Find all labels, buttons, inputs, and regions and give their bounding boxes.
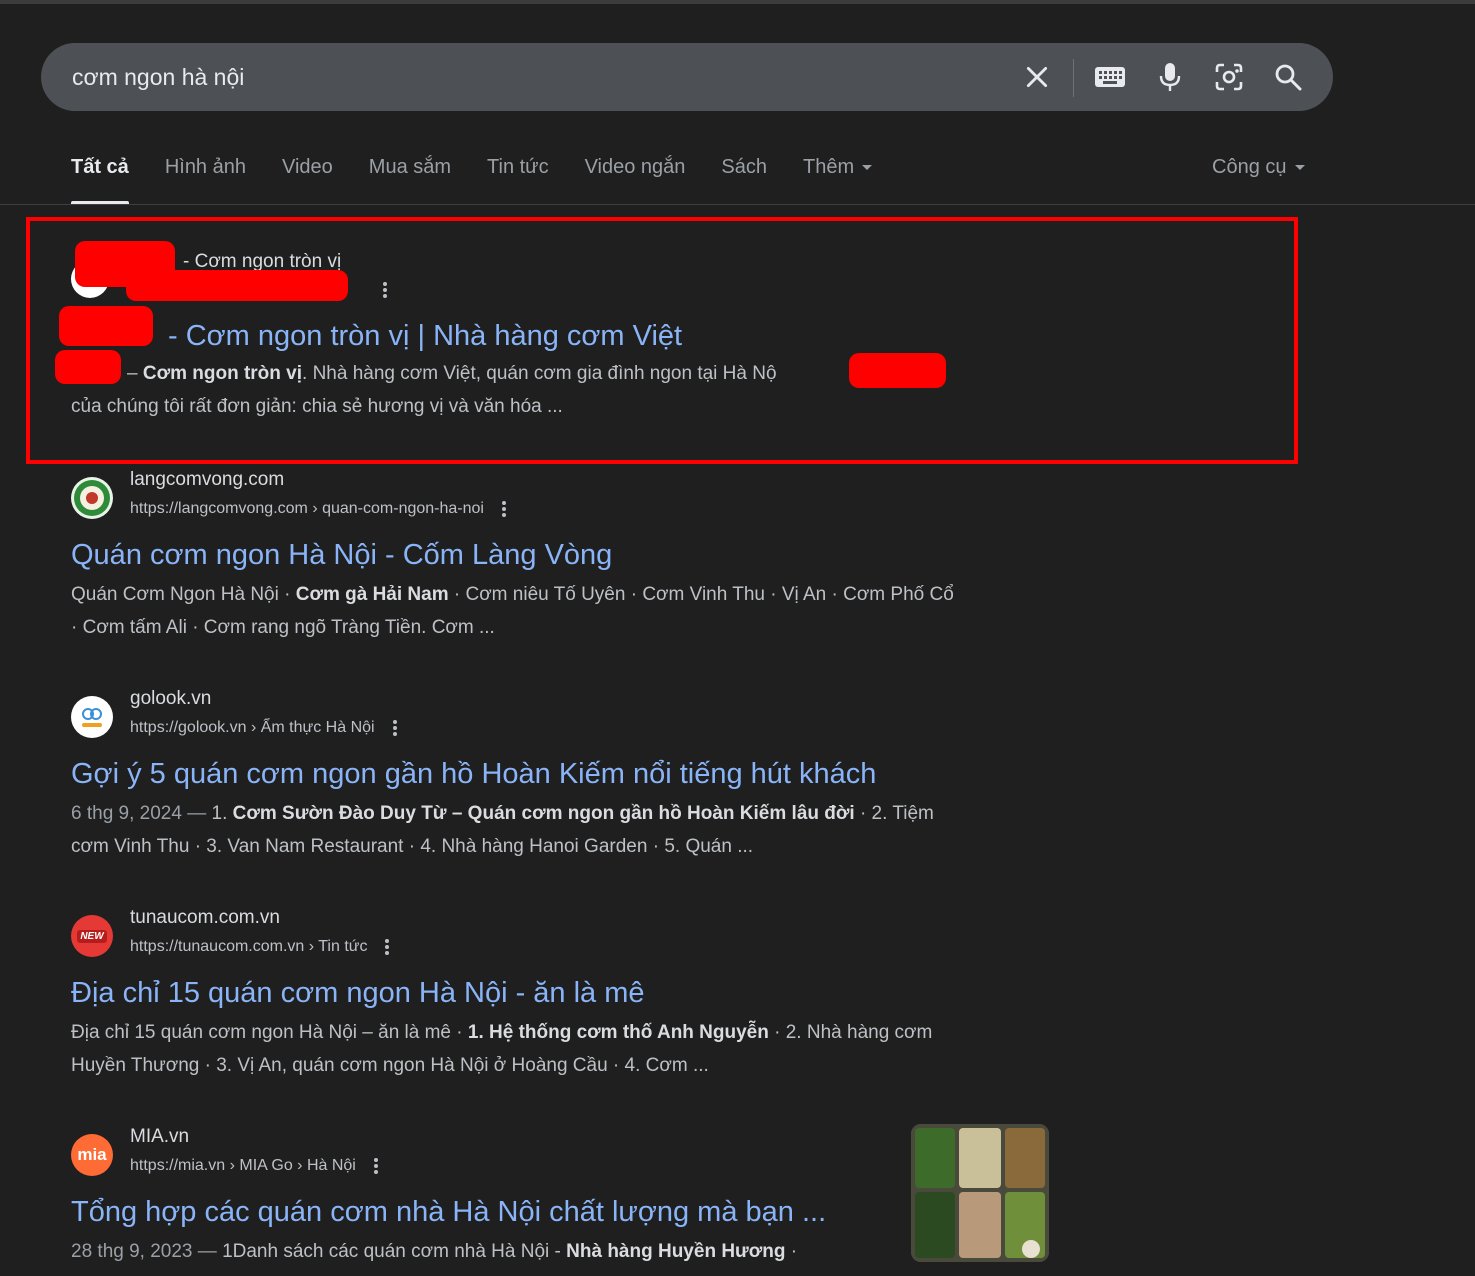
site-name[interactable]: langcomvong.com xyxy=(130,469,284,491)
highlight-box xyxy=(26,217,1298,464)
result-title-link[interactable]: Gợi ý 5 quán cơm ngon gần hồ Hoàn Kiếm n… xyxy=(71,758,1061,791)
site-favicon[interactable]: NEW xyxy=(71,915,113,957)
chevron-down-icon xyxy=(1294,165,1305,171)
more-options-icon[interactable] xyxy=(385,937,390,957)
mia-logo-text: mia xyxy=(77,1145,107,1164)
site-url[interactable]: https://langcomvong.com › quan-com-ngon-… xyxy=(130,499,506,519)
tools-button[interactable]: Công cụ xyxy=(1212,156,1305,179)
result-title-link[interactable]: Địa chỉ 15 quán cơm ngon Hà Nội - ăn là … xyxy=(71,977,1061,1010)
result-title-link[interactable]: Tổng hợp các quán cơm nhà Hà Nội chất lư… xyxy=(71,1196,901,1229)
tab-books[interactable]: Sách xyxy=(721,156,767,204)
lens-button[interactable] xyxy=(1212,60,1246,94)
lens-icon xyxy=(1215,63,1243,91)
keyboard-button[interactable] xyxy=(1093,60,1127,94)
site-url[interactable]: https://mia.vn › MIA Go › Hà Nội xyxy=(130,1156,378,1176)
keyboard-icon xyxy=(1095,67,1125,87)
tab-shopping[interactable]: Mua sắm xyxy=(369,156,451,204)
tab-short-videos[interactable]: Video ngắn xyxy=(585,156,686,204)
search-tabs: Tất cả Hình ảnh Video Mua sắm Tin tức Vi… xyxy=(71,156,908,204)
more-options-icon[interactable] xyxy=(501,499,506,519)
site-url[interactable]: https://tunaucom.com.vn › Tin tức xyxy=(130,937,390,957)
site-favicon[interactable] xyxy=(71,696,113,738)
result-snippet: Quán Cơm Ngon Hà Nội · Cơm gà Hải Nam · … xyxy=(71,584,954,638)
site-url[interactable]: https://golook.vn › Ẩm thực Hà Nội xyxy=(130,718,397,738)
food-tray-image xyxy=(911,1124,1049,1262)
search-result-5: mia MIA.vn https://mia.vn › MIA Go › Hà … xyxy=(71,1126,901,1268)
tab-images[interactable]: Hình ảnh xyxy=(165,156,246,204)
clear-button[interactable] xyxy=(1020,60,1054,94)
site-name[interactable]: MIA.vn xyxy=(130,1126,189,1148)
search-result-2: langcomvong.com https://langcomvong.com … xyxy=(71,469,1061,644)
tabs-divider xyxy=(0,204,1475,205)
more-options-icon[interactable] xyxy=(373,1156,378,1176)
tab-all[interactable]: Tất cả xyxy=(71,156,129,204)
result-title-link[interactable]: Quán cơm ngon Hà Nội - Cốm Làng Vòng xyxy=(71,539,1061,572)
chevron-down-icon xyxy=(862,165,873,171)
site-name[interactable]: golook.vn xyxy=(130,688,211,710)
result-date: 6 thg 9, 2024 — xyxy=(71,803,212,824)
window-top-edge xyxy=(0,0,1475,4)
search-icon xyxy=(1275,64,1302,91)
site-favicon[interactable] xyxy=(71,477,113,519)
result-snippet: 6 thg 9, 2024 — 1. Cơm Sườn Đào Duy Từ –… xyxy=(71,803,934,857)
close-icon xyxy=(1026,66,1048,88)
tab-more[interactable]: Thêm xyxy=(803,156,873,204)
tab-more-label: Thêm xyxy=(803,156,855,178)
tab-video[interactable]: Video xyxy=(282,156,333,204)
tab-news[interactable]: Tin tức xyxy=(487,156,549,204)
search-divider xyxy=(1073,59,1074,97)
microphone-icon xyxy=(1159,63,1181,91)
site-name[interactable]: tunaucom.com.vn xyxy=(130,907,280,929)
result-snippet: Địa chỉ 15 quán cơm ngon Hà Nội – ăn là … xyxy=(71,1022,933,1076)
tools-label: Công cụ xyxy=(1212,156,1287,178)
result-snippet: 28 thg 9, 2023 — 1Danh sách các quán cơm… xyxy=(71,1241,798,1262)
search-result-3: golook.vn https://golook.vn › Ẩm thực Hà… xyxy=(71,688,1061,863)
golook-logo-icon xyxy=(73,698,111,736)
search-input[interactable] xyxy=(72,57,1002,97)
more-options-icon[interactable] xyxy=(392,718,397,738)
site-favicon[interactable]: mia xyxy=(71,1134,113,1176)
langcomvong-logo-icon xyxy=(74,480,110,516)
voice-search-button[interactable] xyxy=(1153,60,1187,94)
search-button[interactable] xyxy=(1271,60,1305,94)
result-date: 28 thg 9, 2023 — xyxy=(71,1241,223,1262)
search-bar xyxy=(41,43,1333,111)
tunaucom-logo-text: NEW xyxy=(77,929,107,943)
search-result-4: NEW tunaucom.com.vn https://tunaucom.com… xyxy=(71,907,1061,1082)
result-thumbnail[interactable] xyxy=(911,1124,1049,1262)
